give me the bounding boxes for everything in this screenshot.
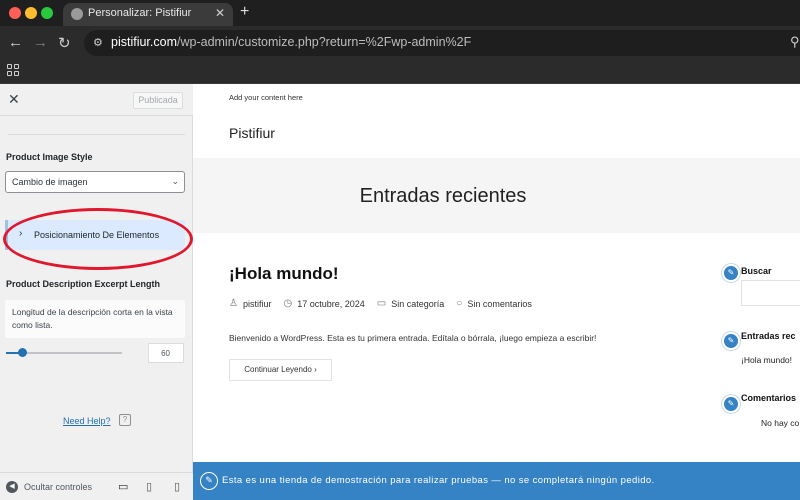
customizer-footer: ◀ Ocultar controles ▭ ▯ ▯ bbox=[0, 472, 193, 500]
store-notice-text: Esta es una tienda de demostración para … bbox=[222, 475, 655, 486]
desktop-preview-icon[interactable]: ▭ bbox=[118, 480, 128, 493]
bookmarks-bar bbox=[0, 60, 800, 84]
mobile-preview-icon[interactable]: ▯ bbox=[174, 480, 180, 493]
tab-title: Personalizar: Pistifiur bbox=[88, 7, 192, 19]
divider bbox=[8, 134, 185, 135]
excerpt-length-description-box: Longitud de la descripción corta en la v… bbox=[5, 300, 185, 338]
post-title[interactable]: ¡Hola mundo! bbox=[229, 264, 339, 284]
customizer-header: ✕ Publicada bbox=[0, 84, 193, 116]
clock-icon: ◷ bbox=[283, 298, 293, 309]
widget-search-title: Buscar bbox=[741, 266, 772, 276]
image-style-label: Product Image Style bbox=[6, 152, 93, 162]
read-more-label: Continuar Leyendo bbox=[244, 365, 312, 374]
page-header: Entradas recientes bbox=[193, 158, 800, 233]
widget-recent-posts-title: Entradas rec bbox=[741, 331, 796, 341]
hide-controls-button[interactable]: Ocultar controles bbox=[24, 482, 92, 492]
url-text: pistifiur.com/wp-admin/customize.php?ret… bbox=[111, 35, 471, 49]
excerpt-length-input[interactable]: 60 bbox=[148, 343, 184, 363]
post-meta: ♙ pistifiur ◷ 17 octubre, 2024 ▭ Sin cat… bbox=[229, 298, 544, 309]
pencil-icon[interactable]: ✎ bbox=[200, 472, 218, 490]
window-minimize-button[interactable] bbox=[25, 7, 37, 19]
site-settings-icon[interactable]: ⚙ bbox=[93, 36, 103, 49]
address-bar[interactable]: ⚙ pistifiur.com/wp-admin/customize.php?r… bbox=[84, 30, 800, 56]
pencil-icon[interactable]: ✎ bbox=[722, 332, 740, 350]
url-path: /wp-admin/customize.php?return=%2Fwp-adm… bbox=[177, 35, 472, 49]
chevron-down-icon: ⌄ bbox=[171, 176, 179, 186]
pencil-icon[interactable]: ✎ bbox=[722, 264, 740, 282]
image-style-value: Cambio de imagen bbox=[12, 177, 88, 187]
window-close-button[interactable] bbox=[9, 7, 21, 19]
publish-button[interactable]: Publicada bbox=[133, 92, 183, 109]
forward-icon[interactable]: → bbox=[33, 34, 48, 51]
new-tab-icon[interactable]: + bbox=[240, 3, 249, 21]
widget-comments-title: Comentarios bbox=[741, 393, 797, 403]
widget-comments-text: No hay co bbox=[761, 418, 800, 428]
excerpt-length-label: Product Description Excerpt Length bbox=[6, 279, 161, 289]
browser-toolbar: ← → ↻ ⚙ pistifiur.com/wp-admin/customize… bbox=[0, 26, 800, 60]
author-icon: ♙ bbox=[229, 298, 238, 309]
wordpress-icon bbox=[71, 8, 83, 20]
highlight-annotation-ellipse bbox=[3, 208, 193, 270]
post-category[interactable]: Sin categoría bbox=[391, 299, 444, 309]
url-host: pistifiur.com bbox=[111, 35, 177, 49]
site-preview: Add your content here Pistifiur Entradas… bbox=[193, 84, 800, 500]
need-help-link[interactable]: Need Help? bbox=[63, 416, 111, 426]
customizer-sidebar: ✕ Publicada Product Image Style Cambio d… bbox=[0, 84, 193, 500]
post-author[interactable]: pistifiur bbox=[243, 299, 272, 309]
page-title: Entradas recientes bbox=[359, 185, 527, 207]
help-icon[interactable]: ? bbox=[119, 414, 131, 426]
folder-icon: ▭ bbox=[376, 298, 387, 309]
reload-icon[interactable]: ↻ bbox=[58, 34, 71, 52]
site-title[interactable]: Pistifiur bbox=[229, 125, 275, 141]
collapse-arrow-icon[interactable]: ◀ bbox=[6, 481, 18, 493]
window-maximize-button[interactable] bbox=[41, 7, 53, 19]
image-style-select[interactable]: Cambio de imagen ⌄ bbox=[5, 171, 185, 193]
post-excerpt: Bienvenido a WordPress. Esta es tu prime… bbox=[229, 333, 597, 343]
widget-recent-post-link[interactable]: ¡Hola mundo! bbox=[741, 355, 792, 365]
tablet-preview-icon[interactable]: ▯ bbox=[146, 480, 152, 493]
comment-icon: ○ bbox=[456, 298, 463, 309]
topbar-text: Add your content here bbox=[229, 93, 303, 102]
read-more-button[interactable]: Continuar Leyendo › bbox=[229, 359, 332, 381]
post-comments[interactable]: Sin comentarios bbox=[467, 299, 532, 309]
zoom-icon[interactable]: ⚲ bbox=[790, 34, 800, 50]
excerpt-length-description: Longitud de la descripción corta en la v… bbox=[12, 307, 173, 330]
close-icon[interactable]: ✕ bbox=[8, 91, 20, 108]
widget-search-input[interactable] bbox=[741, 280, 800, 306]
pencil-icon[interactable]: ✎ bbox=[722, 395, 740, 413]
back-icon[interactable]: ← bbox=[8, 34, 23, 51]
apps-grid-icon[interactable] bbox=[7, 64, 19, 76]
browser-tab[interactable]: Personalizar: Pistifiur ✕ bbox=[63, 3, 233, 26]
excerpt-length-slider-handle[interactable] bbox=[18, 348, 27, 357]
browser-tabbar: Personalizar: Pistifiur ✕ + bbox=[0, 0, 800, 26]
post-date[interactable]: 17 octubre, 2024 bbox=[297, 299, 365, 309]
tab-close-icon[interactable]: ✕ bbox=[215, 6, 225, 20]
store-notice: ✎ Esta es una tienda de demostración par… bbox=[193, 462, 800, 500]
